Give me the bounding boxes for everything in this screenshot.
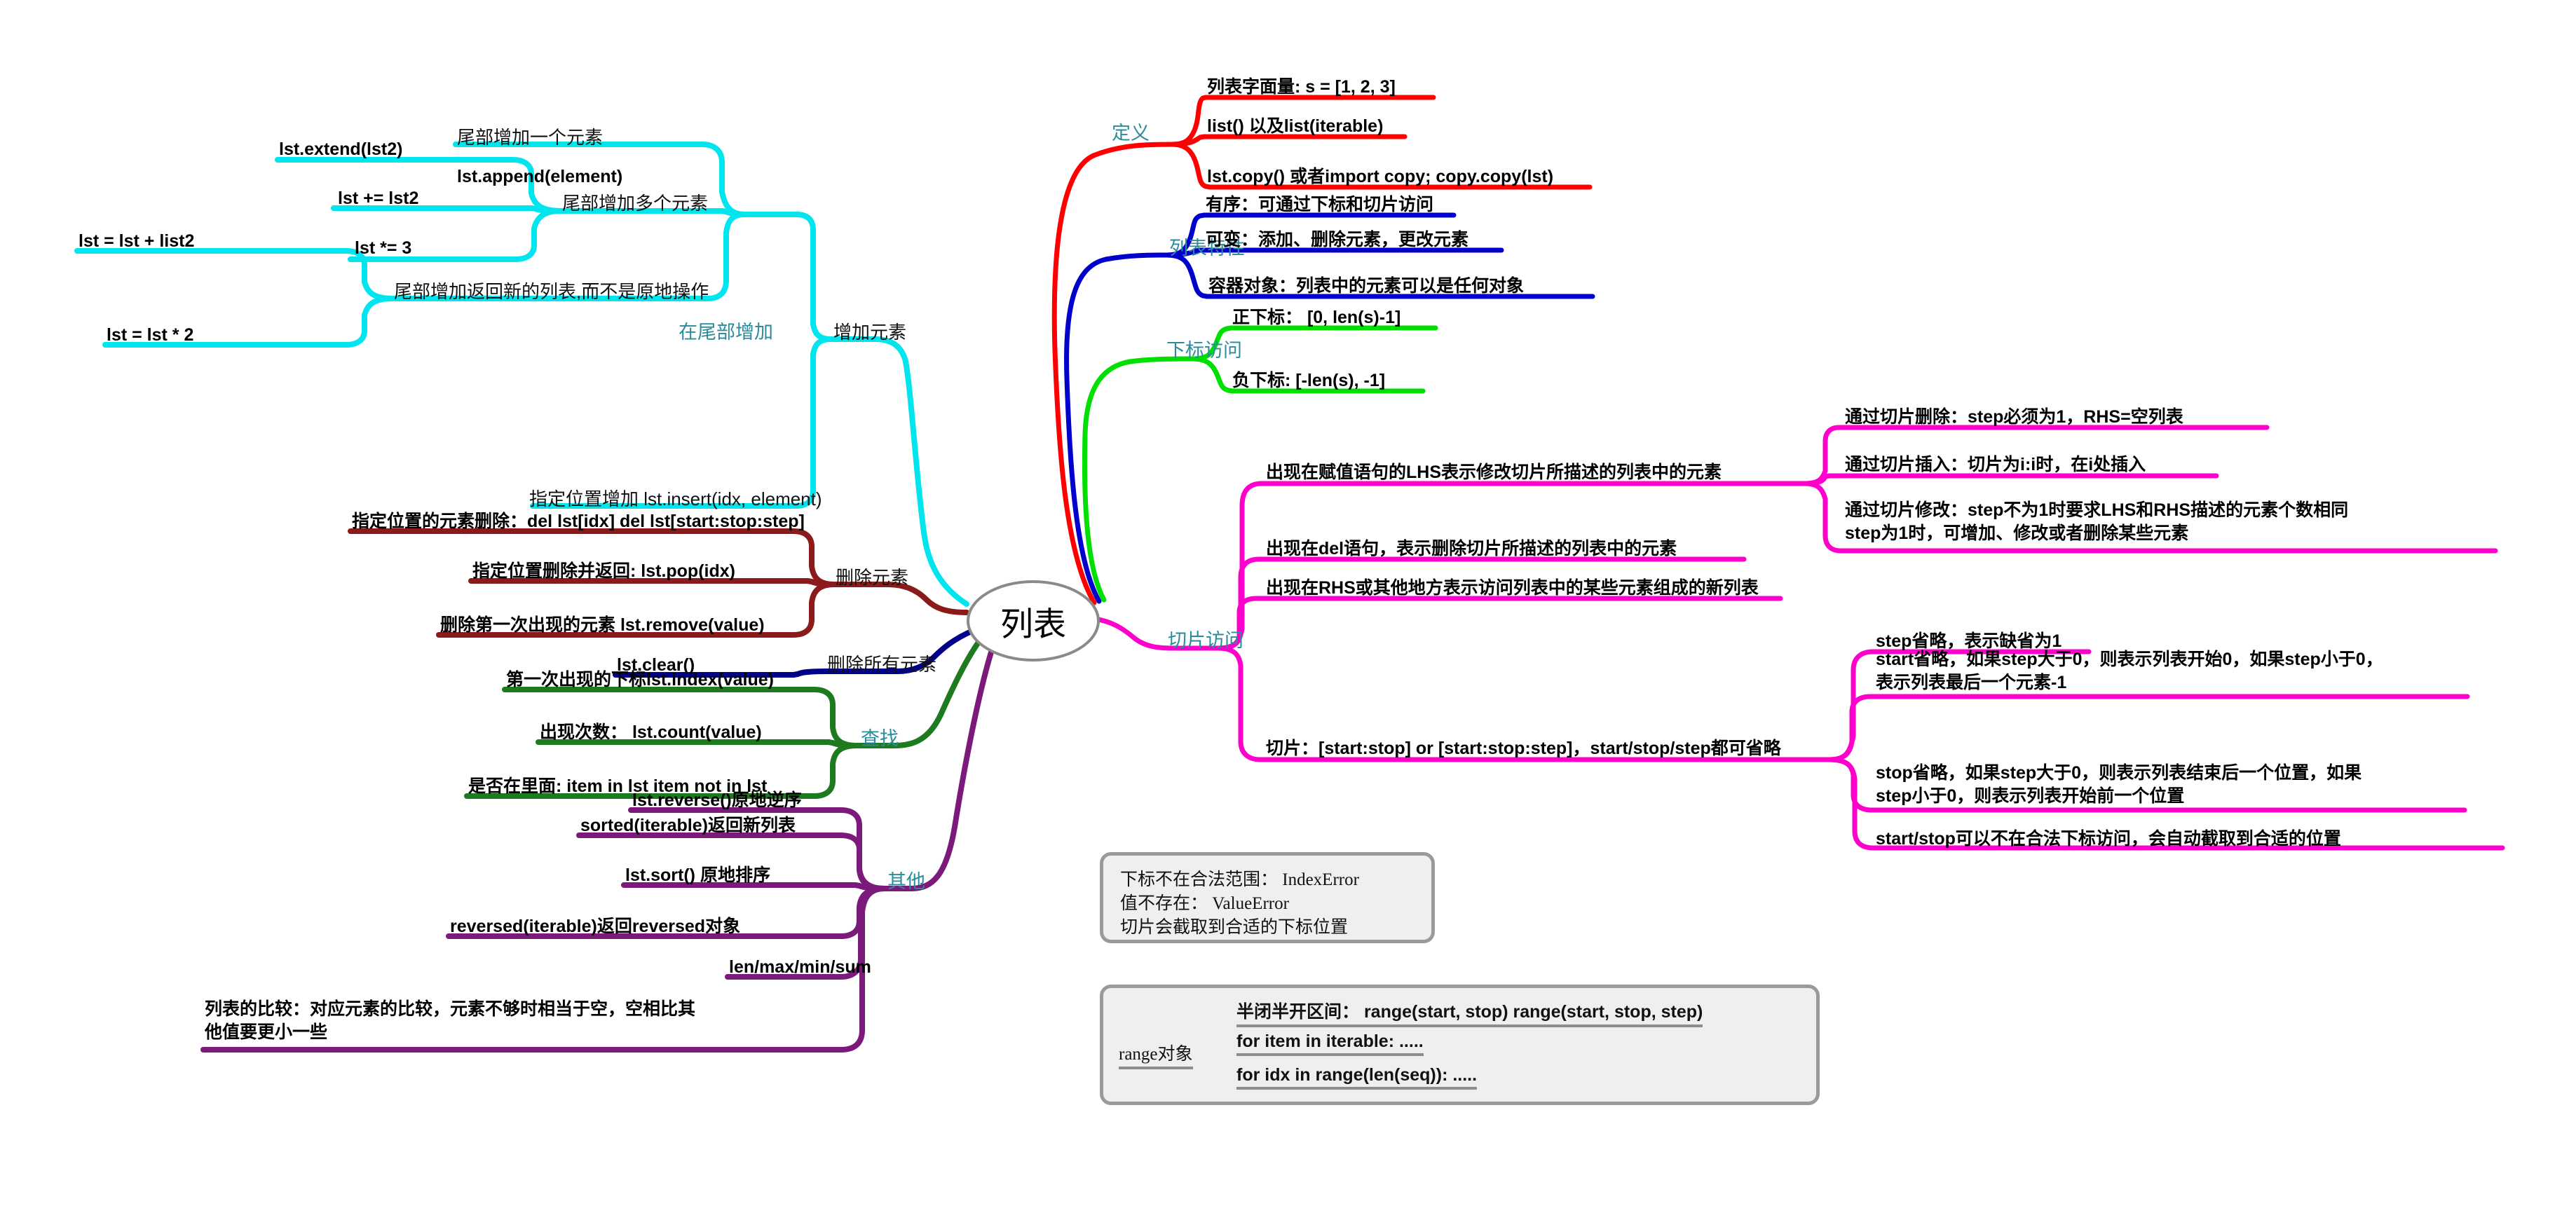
leaf-lst-append[interactable]: lst.append(element) (457, 165, 622, 189)
leaf-stop-omitted[interactable]: stop省略，如果step大于0，则表示列表结束后一个位置，如果 step小于0，… (1876, 762, 2480, 807)
range-line-3: for idx in range(len(seq)): ..... (1236, 1065, 1478, 1090)
branch-label-add-element[interactable]: 增加元素 (833, 318, 906, 344)
leaf-slice-delete-rule[interactable]: 通过切片删除：step必须为1，RHS=空列表 (1845, 406, 2183, 429)
branch-label-del-element[interactable]: 删除元素 (836, 563, 908, 589)
leaf-lst-reverse[interactable]: lst.reverse()原地逆序 (632, 789, 802, 812)
node-tail-add-many[interactable]: 尾部增加多个元素 (562, 189, 708, 215)
leaf-features-ordered[interactable]: 有序：可通过下标和切片访问 (1206, 193, 1433, 217)
branch-label-index-access[interactable]: 下标访问 (1166, 335, 1242, 362)
leaf-start-stop-clamp[interactable]: start/stop可以不在合法下标访问，会自动截取到合适的位置 (1876, 828, 2341, 851)
branch-label-other[interactable]: 其他 (887, 866, 925, 893)
leaf-lst-sort[interactable]: lst.sort() 原地排序 (625, 864, 770, 887)
branch-label-search[interactable]: 查找 (861, 723, 899, 750)
leaf-lst-index[interactable]: 第一次出现的下标lst.index(value) (506, 669, 774, 692)
range-line-2: for item in iterable: ..... (1236, 1031, 1424, 1056)
leaf-slice-lhs[interactable]: 出现在赋值语句的LHS表示修改切片所描述的列表中的元素 (1266, 461, 1722, 484)
leaf-lst-repeat[interactable]: lst = lst * 2 (107, 324, 193, 347)
leaf-define-list-ctor[interactable]: list() 以及list(iterable) (1207, 115, 1383, 138)
leaf-features-container[interactable]: 容器对象：列表中的元素可以是任何对象 (1208, 275, 1524, 298)
leaf-lst-concat[interactable]: lst = lst + list2 (79, 230, 194, 253)
leaf-slice-del[interactable]: 出现在del语句，表示删除切片所描述的列表中的元素 (1266, 537, 1677, 561)
leaf-slice-modify-rule[interactable]: 通过切片修改：step不为1时要求LHS和RHS描述的元素个数相同 step为1时… (1845, 499, 2490, 544)
leaf-sorted[interactable]: sorted(iterable)返回新列表 (580, 814, 796, 837)
leaf-lst-remove[interactable]: 删除第一次出现的元素 lst.remove(value) (440, 614, 765, 637)
branch-label-del-all[interactable]: 删除所有元素 (827, 650, 936, 676)
node-tail-add-one[interactable]: 尾部增加一个元素 (457, 123, 603, 149)
center-node-label: 列表 (1000, 606, 1066, 643)
leaf-lst-count[interactable]: 出现次数： lst.count(value) (540, 721, 762, 744)
leaf-lst-plus-eq[interactable]: lst += lst2 (338, 187, 418, 210)
range-box-label: range对象 (1119, 1040, 1193, 1069)
leaf-add-insert[interactable]: 指定位置增加 lst.insert(idx, element) (529, 485, 822, 511)
leaf-features-mutable[interactable]: 可变：添加、删除元素，更改元素 (1206, 228, 1468, 252)
leaf-list-compare[interactable]: 列表的比较：对应元素的比较，元素不够时相当于空，空相比其 他值要更小一些 (205, 998, 850, 1043)
leaf-reversed[interactable]: reversed(iterable)返回reversed对象 (450, 915, 740, 938)
leaf-len-max-min-sum[interactable]: len/max/min/sum (729, 956, 871, 979)
leaf-slice-insert-rule[interactable]: 通过切片插入：切片为i:i时，在i处插入 (1845, 453, 2146, 477)
node-add-at-tail[interactable]: 在尾部增加 (679, 317, 773, 344)
errors-box: 下标不在合法范围： IndexError 值不存在： ValueError 切片… (1100, 852, 1435, 943)
branch-label-slice-access[interactable]: 切片访问 (1168, 625, 1243, 652)
leaf-lst-extend[interactable]: lst.extend(lst2) (279, 138, 402, 161)
errors-line-3: 切片会截取到合适的下标位置 (1120, 918, 1349, 937)
leaf-define-literal[interactable]: 列表字面量: s = [1, 2, 3] (1207, 76, 1396, 99)
branch-label-define[interactable]: 定义 (1112, 118, 1150, 145)
leaf-define-copy[interactable]: lst.copy() 或者import copy; copy.copy(lst) (1207, 165, 1553, 189)
center-node[interactable]: 列表 (967, 580, 1100, 662)
leaf-lst-times-eq[interactable]: lst *= 3 (355, 237, 411, 260)
leaf-index-positive[interactable]: 正下标： [0, len(s)-1] (1232, 306, 1401, 329)
errors-line-2: 值不存在： ValueError (1120, 894, 1289, 913)
node-tail-add-new-list[interactable]: 尾部增加返回新的列表,而不是原地操作 (394, 277, 709, 303)
leaf-start-omitted[interactable]: start省略，如果step大于0，则表示列表开始0，如果step小于0， 表示列… (1876, 648, 2480, 694)
range-line-1: 半闭半开区间： range(start, stop) range(start, … (1236, 998, 1703, 1027)
range-box: range对象 半闭半开区间： range(start, stop) range… (1100, 985, 1820, 1105)
leaf-lst-pop[interactable]: 指定位置删除并返回: lst.pop(idx) (472, 560, 735, 583)
mindmap-canvas: 列表 定义 列表字面量: s = [1, 2, 3] list() 以及list… (0, 0, 2576, 1220)
leaf-index-negative[interactable]: 负下标: [-len(s), -1] (1232, 369, 1385, 392)
leaf-slice-rhs[interactable]: 出现在RHS或其他地方表示访问列表中的某些元素组成的新列表 (1266, 577, 1759, 600)
leaf-slice-syntax[interactable]: 切片：[start:stop] or [start:stop:step]，sta… (1266, 737, 1781, 760)
leaf-del-idx[interactable]: 指定位置的元素删除：del lst[idx] del lst[start:sto… (352, 510, 805, 533)
errors-line-1: 下标不在合法范围： IndexError (1120, 870, 1359, 889)
